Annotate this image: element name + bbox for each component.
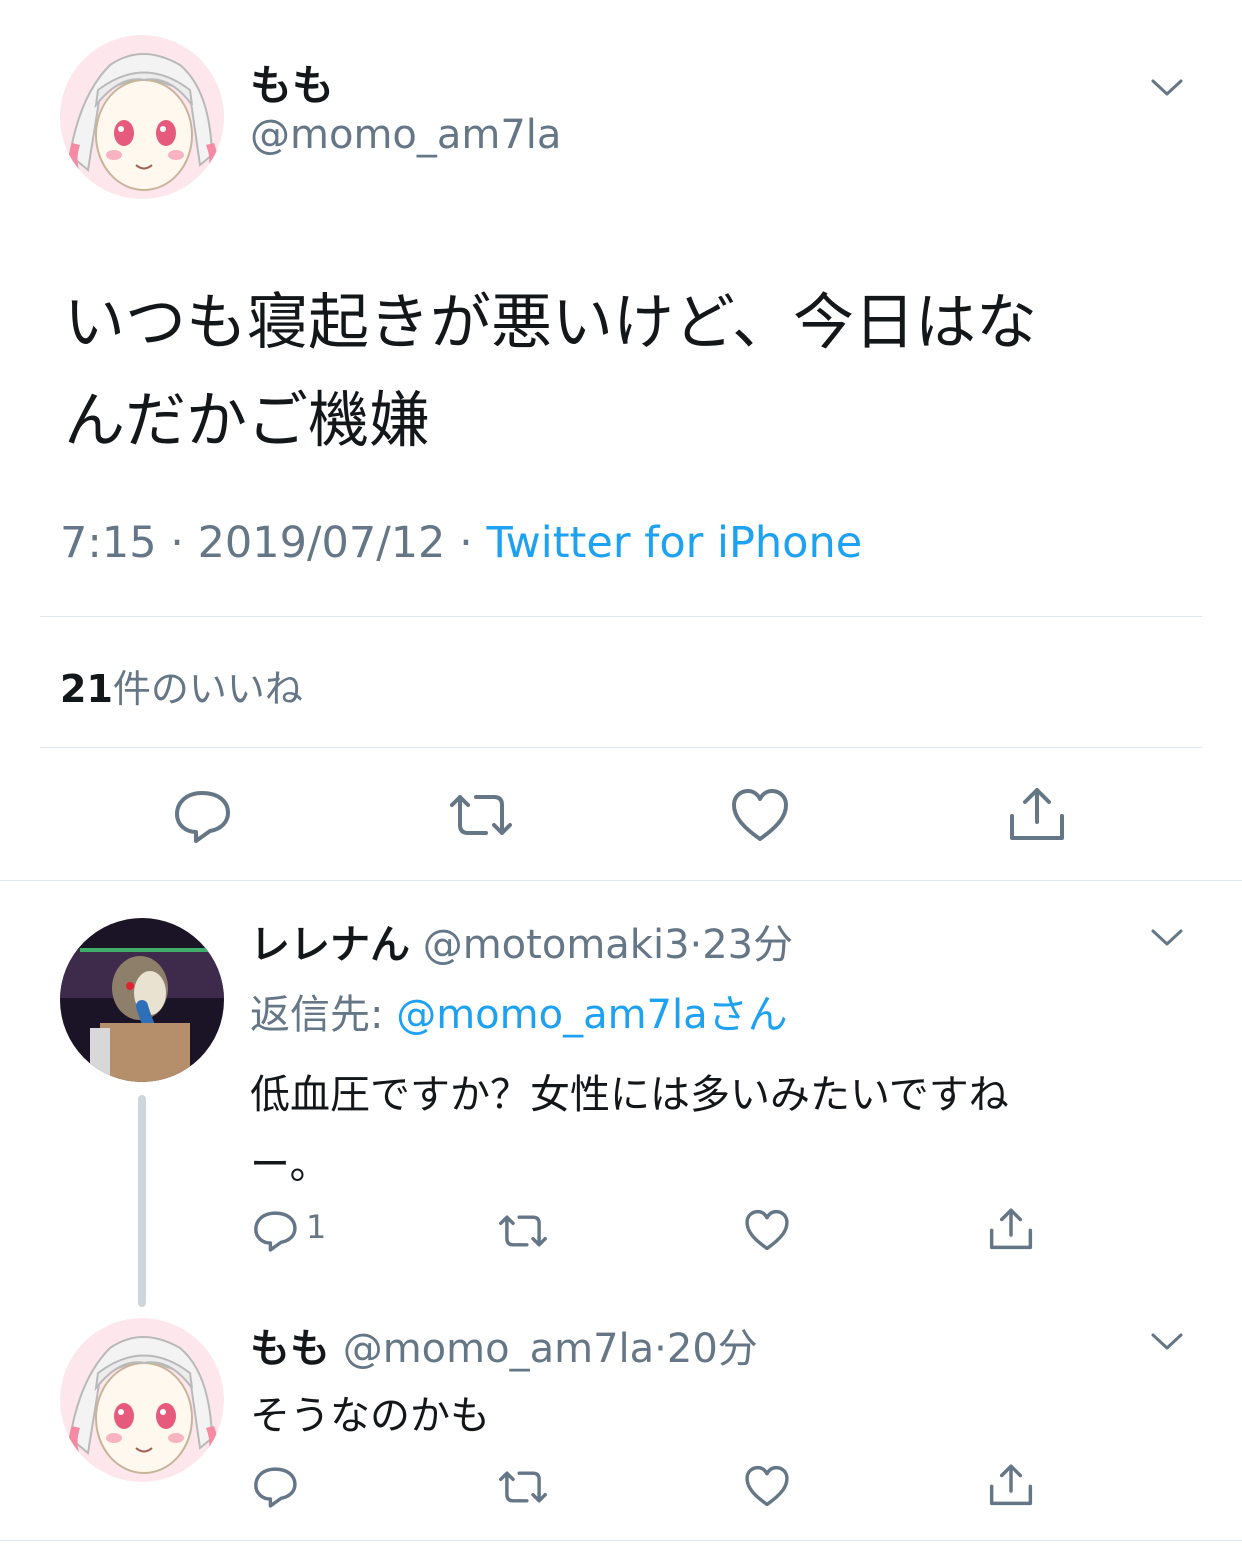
reply2-time: 20分 xyxy=(666,1326,758,1372)
main-tweet-text-line2: んだかご機嫌 xyxy=(64,385,431,456)
reply1-header: レレナん @motomaki3·23分 xyxy=(250,912,793,970)
tweet-date: 2019/07/12 xyxy=(197,518,446,568)
meta-separator: · xyxy=(689,922,703,968)
retweet-icon[interactable] xyxy=(446,785,516,845)
main-display-name[interactable]: もも xyxy=(250,52,334,113)
likes-summary[interactable]: 21件のいいね xyxy=(60,658,303,713)
reply1-time: 23分 xyxy=(702,922,794,968)
share-icon[interactable] xyxy=(987,1204,1035,1252)
main-handle[interactable]: @momo_am7la xyxy=(250,112,561,158)
reply1-handle[interactable]: @motomaki3 xyxy=(423,922,690,968)
tweet-source-link[interactable]: Twitter for iPhone xyxy=(486,518,862,568)
main-tweet-text-line1: いつも寝起きが悪いけど、今日はな xyxy=(64,287,1037,358)
share-icon[interactable] xyxy=(1006,782,1068,844)
reply2-header: もも @momo_am7la·20分 xyxy=(250,1316,758,1374)
divider xyxy=(0,880,1242,881)
main-tweet-meta: 7:15 · 2019/07/12 · Twitter for iPhone xyxy=(60,518,862,568)
likes-count: 21 xyxy=(60,667,113,711)
like-icon[interactable] xyxy=(744,1208,790,1252)
chevron-down-icon[interactable] xyxy=(1150,927,1184,949)
reply1-avatar[interactable] xyxy=(60,918,224,1082)
chevron-down-icon[interactable] xyxy=(1150,77,1184,99)
main-avatar[interactable] xyxy=(60,35,224,199)
likes-label: 件のいいね xyxy=(112,667,303,711)
reply1-text-line2: ー。 xyxy=(250,1142,330,1188)
reply-icon[interactable] xyxy=(172,785,232,845)
meta-separator: · xyxy=(170,518,184,568)
reply-icon[interactable] xyxy=(252,1207,298,1253)
reply2-display-name[interactable]: もも xyxy=(250,1326,330,1372)
reply-icon[interactable] xyxy=(252,1463,298,1509)
thread-line xyxy=(138,1095,146,1307)
divider xyxy=(40,616,1202,617)
chevron-down-icon[interactable] xyxy=(1150,1331,1184,1353)
share-icon[interactable] xyxy=(987,1460,1035,1508)
reply-to-handle-link[interactable]: @momo_am7laさん xyxy=(396,992,787,1038)
reply1-text-line1: 低血圧ですか？女性には多いみたいですね xyxy=(250,1072,1009,1118)
like-icon[interactable] xyxy=(730,787,790,843)
reply1-reply-to: 返信先: @momo_am7laさん xyxy=(250,982,788,1040)
reply2-avatar[interactable] xyxy=(60,1318,224,1482)
tweet-time: 7:15 xyxy=(60,518,157,568)
divider xyxy=(40,747,1202,748)
reply1-display-name[interactable]: レレナん xyxy=(250,922,410,968)
meta-separator: · xyxy=(459,518,473,568)
reply2-handle[interactable]: @momo_am7la xyxy=(343,1326,654,1372)
retweet-icon[interactable] xyxy=(496,1464,550,1510)
retweet-icon[interactable] xyxy=(496,1208,550,1254)
divider xyxy=(0,1540,1242,1541)
meta-separator: · xyxy=(654,1326,667,1372)
reply2-text: そうなのかも xyxy=(250,1393,490,1439)
like-icon[interactable] xyxy=(744,1464,790,1508)
reply1-reply-count: 1 xyxy=(306,1208,327,1246)
reply-to-label: 返信先: xyxy=(250,992,384,1038)
